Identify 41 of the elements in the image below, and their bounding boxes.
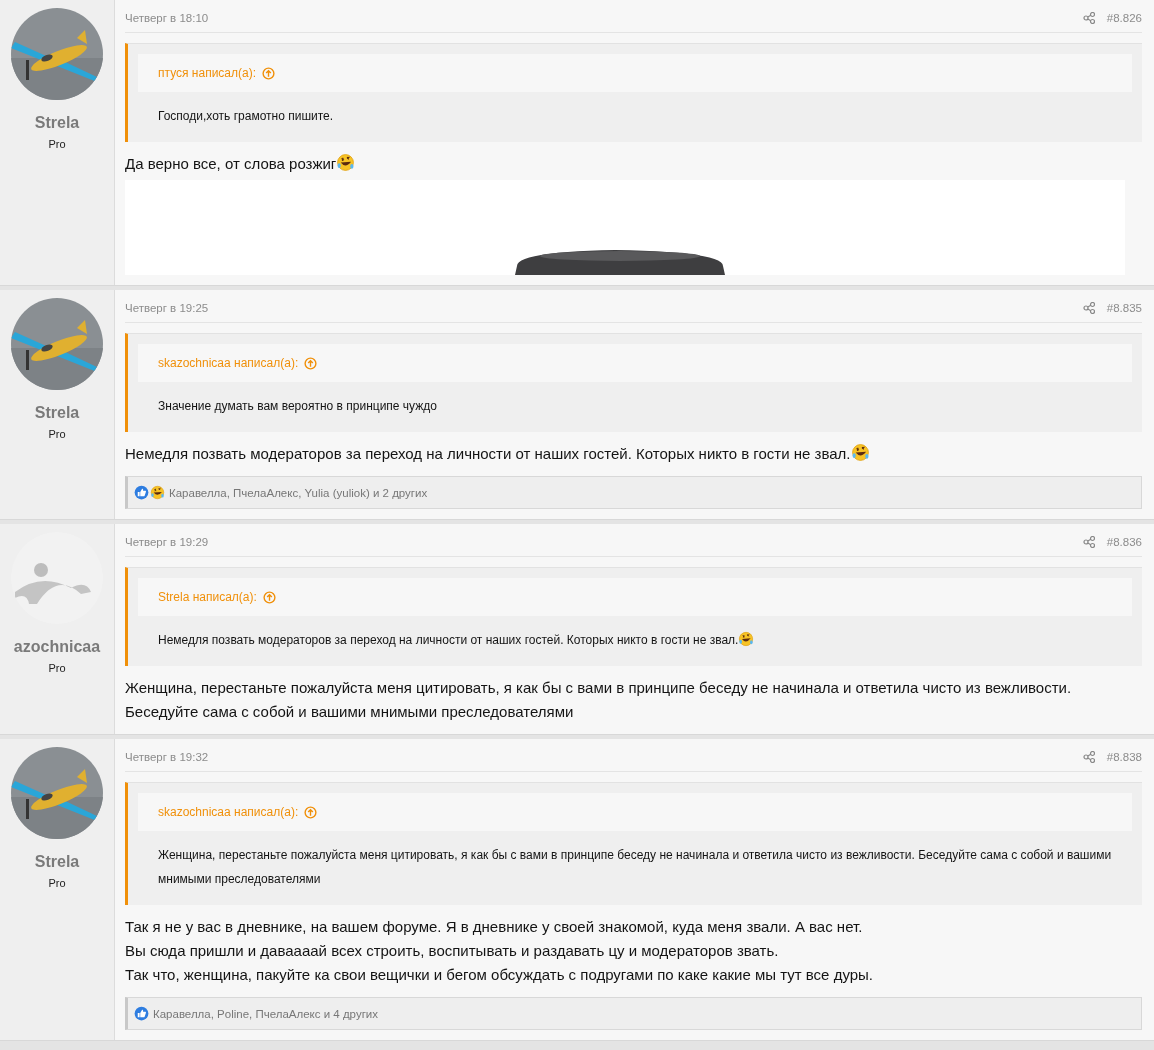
user-title: Pro <box>48 662 66 674</box>
post-number[interactable]: #8.826 <box>1106 12 1142 24</box>
post-text: Немедля позвать модераторов за переход на личности от наших гостей. Которых никто в гости не звал. <box>125 442 1142 466</box>
quote-author[interactable]: птуся написал(а): <box>158 66 256 80</box>
post-text: Беседуйте сама с собой и вашими мнимыми преследователями <box>125 702 575 722</box>
post-date[interactable]: Четверг в 18:10 <box>125 12 1083 24</box>
post-number[interactable]: #8.838 <box>1106 751 1142 763</box>
share-icon[interactable] <box>1082 302 1095 314</box>
username[interactable]: Strela <box>34 114 80 132</box>
user-title: Pro <box>48 138 66 150</box>
like-icon <box>134 1006 149 1021</box>
username[interactable]: Strela <box>34 404 80 422</box>
post-number[interactable]: #8.836 <box>1106 536 1142 548</box>
reactions-text[interactable]: Каравелла, Poline, ПчелаАлекс и 4 других <box>153 1007 378 1020</box>
quote-text: Немедля позвать модераторов за переход на личности от наших гостей. Которых никто в гости не звал. <box>138 616 1132 654</box>
username[interactable]: Strela <box>34 853 80 871</box>
post-date[interactable]: Четверг в 19:25 <box>125 302 1083 314</box>
post-text: Так что, женщина, пакуйте ка свои вещички и бегом обсуждать с подругами по каке какие мы тут все дуры. <box>125 965 874 985</box>
post-text: Вы сюда пришли и даваааай всех строить, воспитывать и раздавать цу и модераторов звать. <box>125 941 780 961</box>
like-icon <box>134 485 149 500</box>
quote-text: Значение думать вам вероятно в принципе чуждо <box>157 398 438 415</box>
quote-author[interactable]: skazochnicaa написал(а): <box>158 805 299 819</box>
quote-author[interactable]: Strela написал(а): <box>158 590 257 604</box>
user-title: Pro <box>48 877 66 889</box>
share-icon[interactable] <box>1082 751 1095 763</box>
laughing-emoji-icon <box>150 485 165 500</box>
post-text: Да верно все, от слова розжиг <box>125 152 1142 176</box>
reactions-text[interactable]: Каравелла, ПчелаАлекс, Yulia (yuliok) и 2 других <box>169 486 428 499</box>
quote-text: Женщина, перестаньте пожалуйста меня цитировать, я как бы с вами в принципе беседу не начинала и ответила чисто из вежливости. Беседуйте сама с собой и вашими мнимыми преследователями <box>157 847 1113 888</box>
quote-text: Господи,хоть грамотно пишите. <box>157 108 335 125</box>
share-icon[interactable] <box>1082 536 1095 548</box>
username[interactable]: azochnicaa <box>13 638 101 656</box>
post-text: Женщина, перестаньте пожалуйста меня цитировать, я как бы с вами в принципе беседу не начинала и ответила чисто из вежливости. <box>125 678 1073 698</box>
user-title: Pro <box>48 428 66 440</box>
quote-author[interactable]: skazochnicaa написал(а): <box>158 356 299 370</box>
up-arrow-icon[interactable] <box>262 66 275 80</box>
share-icon[interactable] <box>1082 12 1095 24</box>
post-text: Так я не у вас в дневнике, на вашем форуме. Я в дневнике у своей знакомой, куда меня звали. А вас нет. <box>125 917 864 937</box>
post-number[interactable]: #8.835 <box>1106 302 1142 314</box>
post-date[interactable]: Четверг в 19:29 <box>125 536 1083 548</box>
post-date[interactable]: Четверг в 19:32 <box>125 751 1083 763</box>
